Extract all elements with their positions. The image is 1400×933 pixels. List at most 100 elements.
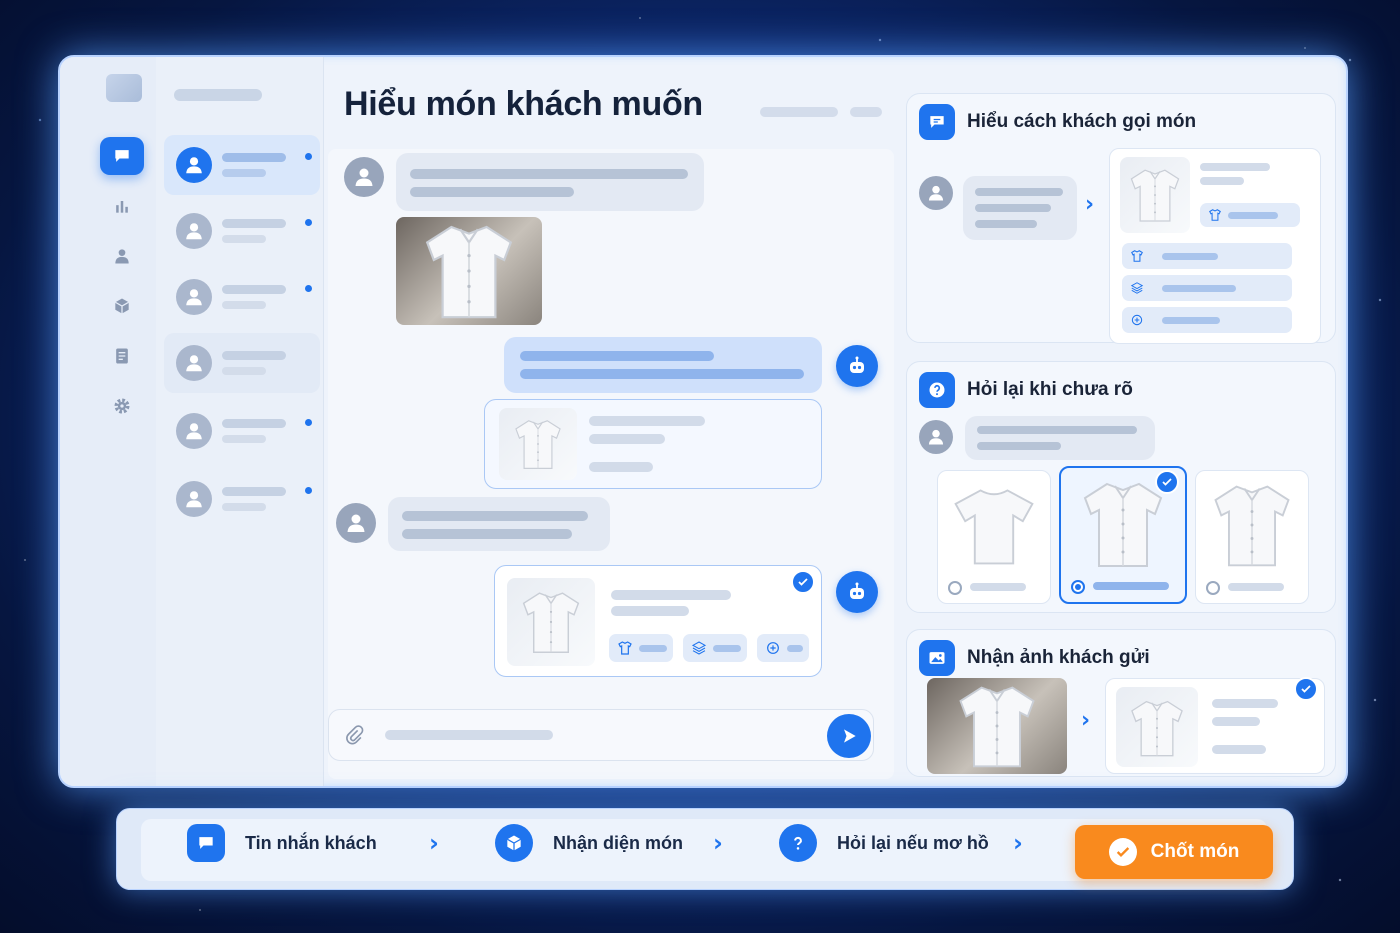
confirm-order-label: Chốt món [1150,841,1240,862]
composer-input[interactable] [385,730,553,740]
nav-messages[interactable] [100,137,144,175]
nav-documents[interactable] [100,337,144,375]
check-icon [791,570,815,594]
user-icon [926,183,946,203]
question-icon [779,824,817,862]
option-radio[interactable] [1206,581,1220,595]
option-radio[interactable] [948,581,962,595]
question-icon [919,372,955,408]
conversation-item[interactable] [164,469,320,529]
icon-rail [60,57,156,786]
robot-icon [850,356,864,373]
app-logo [106,74,142,102]
option-card[interactable] [937,470,1051,604]
step-customer-message[interactable]: Tin nhắn khách [187,823,377,863]
attribute-row-material [1122,275,1292,301]
conversation-item[interactable] [164,333,320,393]
unread-dot [305,219,312,226]
panel-title: Hỏi lại khi chưa rõ [967,379,1133,400]
chevron-right-icon: › [713,829,723,857]
check-icon [1108,838,1137,866]
nav-analytics[interactable] [100,187,144,225]
avatar [176,413,212,449]
customer-photo[interactable] [396,217,542,325]
bot-avatar [836,571,878,613]
matched-product-card[interactable] [1105,677,1325,774]
image-icon [919,640,955,676]
chevron-right-icon: › [1081,708,1091,733]
user-icon [183,420,205,442]
product-suggestion-card[interactable] [484,399,822,489]
avatar [176,279,212,315]
attribute-chip-material[interactable] [683,634,747,662]
unread-dot [305,487,312,494]
user-icon [926,427,946,447]
attribute-row-extra [1122,307,1292,333]
chevron-right-icon: › [1085,192,1095,217]
app-window: Hiểu món khách muốn Hiểu cách khách gọi … [58,55,1348,788]
customer-message [388,497,610,551]
chat-icon [187,824,225,862]
option-card-selected[interactable] [1059,466,1187,604]
product-thumbnail [1116,687,1198,767]
product-thumbnail [499,408,577,480]
attribute-row-type [1122,243,1292,269]
blouse-image [1204,477,1300,573]
tshirt-image [946,477,1042,573]
conversation-item[interactable] [164,401,320,461]
panel-image-intake: Nhận ảnh khách gửi › [906,629,1336,777]
shirt-icon [1131,250,1143,262]
send-icon [844,729,856,743]
option-radio[interactable] [1071,580,1085,594]
check-icon [1155,470,1179,494]
parsed-order-card [1109,148,1321,344]
attribute-chip-add[interactable] [757,634,809,662]
user-icon [183,286,205,308]
step-identify-item[interactable]: Nhận diện món [495,823,683,863]
shirt-image [1130,169,1180,222]
confirm-order-button[interactable]: Chốt món [1075,825,1273,879]
conversation-item[interactable] [164,267,320,327]
check-icon [1294,677,1318,701]
plus-circle-icon [767,642,779,654]
user-icon [183,154,205,176]
nav-customers[interactable] [100,237,144,275]
attachment-icon[interactable] [343,724,365,746]
attribute-chip-type[interactable] [609,634,673,662]
step-label: Nhận diện món [553,832,683,853]
panel-understand-order: Hiểu cách khách gọi món › [906,93,1336,344]
customer-photo[interactable] [927,678,1067,774]
customer-message [963,176,1077,240]
avatar [176,481,212,517]
step-clarify[interactable]: Hỏi lại nếu mơ hồ [779,823,989,863]
customer-avatar [336,503,376,543]
attribute-chip-type [1200,203,1300,227]
bot-message [504,337,822,393]
shirt-image [522,592,580,654]
robot-icon [850,582,864,599]
customer-message [965,416,1155,460]
option-card[interactable] [1195,470,1309,604]
unread-dot [305,285,312,292]
bot-avatar [836,345,878,387]
box-icon [495,824,533,862]
send-button[interactable] [827,714,871,758]
product-thumbnail [1120,157,1190,233]
nav-settings[interactable] [100,387,144,425]
conversation-item[interactable] [164,135,320,195]
shirt-image [1131,700,1183,757]
shirt-image [426,225,512,319]
document-icon [116,348,128,364]
user-icon [183,220,205,242]
avatar [176,213,212,249]
product-confirm-card[interactable] [494,565,822,677]
plus-circle-icon [1131,314,1143,326]
conversation-item[interactable] [164,201,320,261]
message-composer[interactable] [328,709,874,761]
nav-products[interactable] [100,287,144,325]
customer-message [396,153,704,211]
bar-chart-icon [116,201,128,213]
box-icon [115,298,129,314]
chat-area: Hiểu món khách muốn [328,57,898,786]
user-icon [183,488,205,510]
